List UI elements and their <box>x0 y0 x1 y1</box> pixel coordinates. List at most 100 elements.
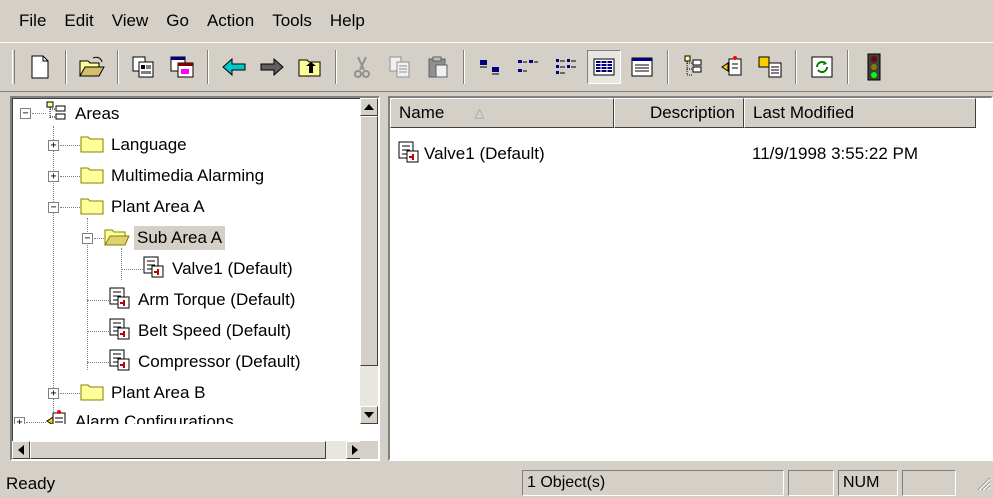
report-icon[interactable] <box>625 50 659 84</box>
menu-tools[interactable]: Tools <box>263 7 321 35</box>
alarm-object-icon <box>398 141 420 168</box>
tree-horizontal-scrollbar[interactable] <box>12 441 364 459</box>
folder-icon <box>80 164 104 189</box>
forward-icon[interactable] <box>255 50 289 84</box>
resize-grip-icon[interactable] <box>975 475 991 496</box>
collapse-toggle[interactable]: − <box>82 233 93 244</box>
column-header-name[interactable]: Name △ <box>390 98 614 128</box>
menu-edit[interactable]: Edit <box>55 7 102 35</box>
up-folder-icon[interactable] <box>293 50 327 84</box>
status-text: Ready <box>6 474 56 493</box>
list-icon[interactable] <box>549 50 583 84</box>
tree-connector <box>121 269 143 270</box>
details-icon[interactable] <box>587 50 621 84</box>
list-view[interactable]: Name △ Description Last Modified Valve1 … <box>388 96 993 461</box>
tree-item-label: Plant Area B <box>111 383 206 402</box>
collapse-toggle[interactable]: − <box>48 202 59 213</box>
tree-item-sub-area-a[interactable]: Sub Area A <box>104 222 226 254</box>
tree-icon[interactable] <box>677 50 711 84</box>
scroll-up-button[interactable] <box>360 98 378 116</box>
scroll-thumb[interactable] <box>30 441 326 459</box>
toolbar-separator <box>207 50 209 84</box>
scroll-thumb[interactable] <box>360 116 378 366</box>
alarm-object-icon <box>143 256 165 283</box>
tree-content: − Areas + Language + Multimedia Alarming… <box>12 98 364 424</box>
tree-item-valve1[interactable]: Valve1 (Default) <box>143 253 296 285</box>
collapse-toggle[interactable]: − <box>20 108 31 119</box>
large-icons-icon[interactable] <box>473 50 507 84</box>
tree-connector <box>60 145 80 146</box>
tree-item-alarm-configurations[interactable]: Alarm Configurations <box>46 406 237 424</box>
toolbar <box>0 42 993 92</box>
toolbar-separator <box>463 50 465 84</box>
scroll-down-button[interactable] <box>360 406 378 424</box>
scroll-corner <box>360 441 378 459</box>
tree-connector <box>87 331 109 332</box>
tree-view[interactable]: − Areas + Language + Multimedia Alarming… <box>10 96 380 461</box>
sort-ascending-icon: △ <box>474 105 485 120</box>
copy-icon[interactable] <box>383 50 417 84</box>
alarm-config-icon <box>46 409 68 424</box>
alarm-list-icon[interactable] <box>753 50 787 84</box>
menu-view[interactable]: View <box>103 7 158 35</box>
tree-item-label: Belt Speed (Default) <box>138 321 292 340</box>
back-icon[interactable] <box>217 50 251 84</box>
menu-go[interactable]: Go <box>157 7 198 35</box>
column-header-description[interactable]: Description <box>614 98 744 128</box>
tree-item-language[interactable]: Language <box>80 129 190 161</box>
tree-connector <box>60 207 80 208</box>
column-label: Name <box>399 103 445 122</box>
folder-icon <box>80 381 104 406</box>
list-item[interactable]: Valve1 (Default) <box>398 141 545 168</box>
new-window-icon[interactable] <box>165 50 199 84</box>
tree-connector <box>60 176 80 177</box>
tree-item-label: Arm Torque (Default) <box>138 290 296 309</box>
folder-icon <box>80 195 104 220</box>
list-item-name: Valve1 (Default) <box>424 144 545 163</box>
refresh-icon[interactable] <box>805 50 839 84</box>
expand-toggle[interactable]: + <box>48 140 59 151</box>
list-header: Name △ Description Last Modified <box>390 98 976 128</box>
toolbar-separator <box>117 50 119 84</box>
traffic-light-icon[interactable] <box>857 50 891 84</box>
tree-connector <box>94 238 104 239</box>
tree-item-label: Areas <box>75 104 120 123</box>
tree-item-plant-area-b[interactable]: Plant Area B <box>80 377 209 409</box>
toolbar-separator <box>667 50 669 84</box>
menu-file[interactable]: File <box>10 7 55 35</box>
small-icons-icon[interactable] <box>511 50 545 84</box>
column-header-last-modified[interactable]: Last Modified <box>744 98 976 128</box>
toolbar-separator <box>335 50 337 84</box>
cut-icon[interactable] <box>345 50 379 84</box>
tree-item-arm-torque[interactable]: Arm Torque (Default) <box>109 284 298 316</box>
paste-icon[interactable] <box>421 50 455 84</box>
scroll-left-button[interactable] <box>12 441 30 459</box>
expand-toggle[interactable]: + <box>14 417 25 424</box>
expand-toggle[interactable]: + <box>48 388 59 399</box>
tree-item-plant-area-a[interactable]: Plant Area A <box>80 191 208 223</box>
folder-icon <box>80 133 104 158</box>
status-object-count: 1 Object(s) <box>522 470 784 496</box>
tree-item-label: Compressor (Default) <box>138 352 301 371</box>
menu-help[interactable]: Help <box>321 7 374 35</box>
toolbar-separator <box>65 50 67 84</box>
new-icon[interactable] <box>23 50 57 84</box>
properties-icon[interactable] <box>127 50 161 84</box>
tree-vertical-scrollbar[interactable] <box>360 98 378 424</box>
alarm-object-icon <box>109 287 131 314</box>
tree-item-label: Alarm Configurations <box>75 412 234 424</box>
menu-bar: File Edit View Go Action Tools Help <box>0 0 993 42</box>
tree-item-label: Language <box>111 135 187 154</box>
tree-item-areas[interactable]: Areas <box>46 98 122 130</box>
alarm-icon[interactable] <box>715 50 749 84</box>
open-icon[interactable] <box>75 50 109 84</box>
expand-toggle[interactable]: + <box>48 171 59 182</box>
tree-item-multimedia-alarming[interactable]: Multimedia Alarming <box>80 160 267 192</box>
tree-connector <box>87 300 109 301</box>
status-panel-empty <box>788 470 834 496</box>
column-label: Description <box>649 103 735 122</box>
tree-item-compressor[interactable]: Compressor (Default) <box>109 346 304 378</box>
toolbar-grip[interactable] <box>12 50 15 84</box>
tree-item-belt-speed[interactable]: Belt Speed (Default) <box>109 315 294 347</box>
menu-action[interactable]: Action <box>198 7 263 35</box>
